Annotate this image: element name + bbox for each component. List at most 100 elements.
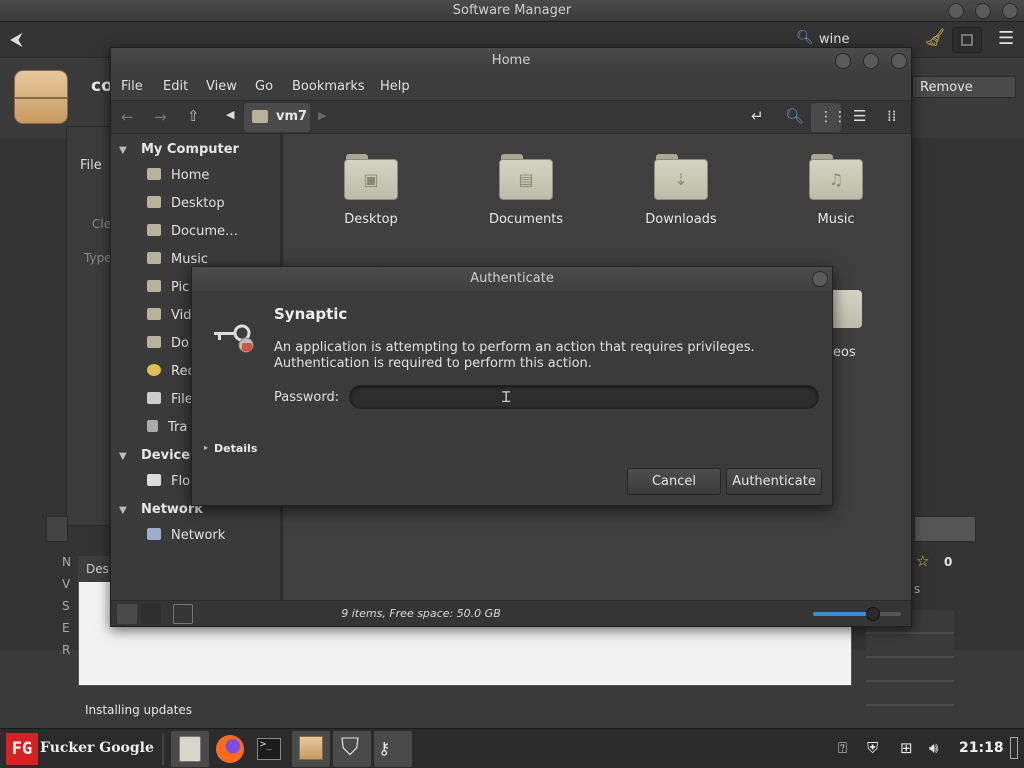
updates-tray-icon[interactable]: ⍰ [838, 739, 847, 757]
synaptic-tab [46, 516, 68, 542]
list-view-icon[interactable]: ☰ [853, 107, 866, 125]
sidebar-item-desktop[interactable]: Desktop [147, 196, 225, 211]
key-icon: ⚷ [378, 739, 391, 759]
install-status-text: Installing updates [85, 703, 193, 717]
password-field[interactable]: Ɪ [349, 385, 819, 409]
software-manager-titlebar: Software Manager [0, 0, 1024, 22]
start-menu-button[interactable]: FG Fucker Google [6, 733, 156, 765]
show-desktop-button[interactable] [1010, 737, 1018, 759]
sidebar-item-home[interactable]: Home [147, 168, 209, 183]
minimize-button[interactable] [948, 3, 964, 19]
auth-titlebar: Authenticate [192, 267, 832, 291]
menu-go[interactable]: Go [255, 79, 273, 94]
compact-view-icon[interactable]: ⁞⁞ [887, 107, 897, 125]
broom-icon[interactable]: 🧹︎ [924, 28, 946, 48]
network-tray-icon[interactable]: ⊞ [900, 739, 913, 757]
install-progress-button[interactable] [914, 516, 976, 542]
menu-help[interactable]: Help [380, 79, 410, 94]
minimize-button[interactable] [835, 53, 851, 69]
sidebar-item-network[interactable]: Network [147, 528, 225, 543]
folder-music[interactable]: ♫ Music [781, 154, 891, 227]
taskbar-auth-app[interactable]: ⚷ [374, 731, 412, 767]
taskbar-shield-app[interactable]: ⛉ [333, 731, 371, 767]
sidebar-item-recent[interactable]: Rec [147, 364, 195, 379]
clock[interactable]: 21:18 [959, 740, 1004, 756]
up-icon[interactable]: ⇧ [187, 107, 200, 125]
folder-documents[interactable]: ▤ Documents [471, 154, 581, 227]
sidebar-item-label: File [171, 392, 193, 407]
folder-name: Music [817, 212, 855, 227]
sidebar-item-label: Flo [171, 474, 191, 489]
sidebar-item-videos[interactable]: Vid [147, 308, 191, 323]
folder-icon [147, 308, 161, 320]
details-expander[interactable]: Details [214, 442, 257, 455]
remove-button[interactable]: Remove [912, 76, 1016, 98]
package-icon [299, 736, 323, 760]
synaptic-file-menu[interactable]: File [80, 158, 102, 173]
search-input[interactable]: wine [819, 32, 849, 47]
toggle-location-icon[interactable]: ↵ [751, 107, 764, 125]
sidebar-item-label: Pic [171, 280, 190, 295]
side-letter: N [62, 555, 71, 569]
folder-downloads[interactable]: ⇣ Downloads [626, 154, 736, 227]
back-icon[interactable]: ← [121, 108, 134, 126]
sidebar-item-label: Do [171, 336, 189, 351]
description-tab[interactable]: Des [78, 556, 110, 582]
path-segment: vm7 [276, 109, 308, 124]
folder-icon [147, 252, 161, 264]
sidebar-item-pictures[interactable]: Pic [147, 280, 189, 295]
sidebar-item-music[interactable]: Music [147, 252, 208, 267]
sidebar-item-downloads[interactable]: Do [147, 336, 189, 351]
maximize-button[interactable] [975, 3, 991, 19]
taskbar-firefox-app[interactable] [214, 733, 246, 765]
folder-icon: ♫ [809, 154, 863, 200]
menu-icon[interactable]: ☰ [998, 28, 1014, 49]
folder-icon: ▣ [344, 154, 398, 200]
start-logo: FG [6, 733, 38, 765]
start-label: Fucker Google [40, 740, 154, 756]
shield-tray-icon[interactable]: ⛨ [867, 739, 878, 757]
sidebar-item-file-system[interactable]: File [147, 392, 193, 407]
sidebar-item-documents[interactable]: Docume… [147, 224, 238, 239]
zoom-slider[interactable] [813, 607, 901, 621]
path-left-icon[interactable]: ◀ [226, 108, 234, 121]
close-button[interactable] [891, 53, 907, 69]
sidebar-item-trash[interactable]: Tra [147, 420, 187, 435]
icon-view-button[interactable]: ⋮⋮ [811, 103, 847, 132]
path-button[interactable]: vm7 [244, 103, 310, 132]
taskbar-files-app[interactable] [171, 731, 209, 767]
volume-icon[interactable]: 🔊︎ [929, 739, 938, 757]
updates-button[interactable] [952, 27, 982, 53]
authenticate-button[interactable]: Authenticate [726, 468, 822, 495]
close-button[interactable] [1002, 3, 1018, 19]
expander-arrow-icon[interactable]: ▸ [204, 443, 208, 452]
taskbar-terminal-app[interactable]: >_ [253, 733, 285, 765]
menu-edit[interactable]: Edit [163, 79, 188, 94]
sidebar-item-floppy[interactable]: Flo [147, 474, 190, 489]
sidebar-section-devices[interactable]: ▼ Devices [119, 448, 198, 463]
sidebar-item-label: Desktop [171, 196, 225, 211]
menu-view[interactable]: View [206, 79, 237, 94]
back-arrow-icon[interactable]: ⮜ [10, 29, 23, 50]
zoom-slider-handle[interactable] [865, 607, 880, 621]
taskbar: FG Fucker Google >_ ⛉ ⚷ ⍰ ⛨ ⊞ 🔊︎ 21:18 [0, 728, 1024, 768]
menu-file[interactable]: File [121, 79, 143, 94]
taskbar-software-manager-app[interactable] [292, 731, 330, 767]
folder-name: Desktop [344, 212, 398, 227]
authenticate-dialog: Authenticate Synaptic An application is … [191, 266, 833, 506]
menu-bookmarks[interactable]: Bookmarks [292, 79, 365, 94]
folder-icon [147, 336, 161, 348]
updates-icon [961, 34, 973, 46]
trash-icon [147, 420, 158, 432]
search-icon[interactable]: 🔍︎ [785, 107, 804, 125]
path-right-icon[interactable]: ▶ [318, 109, 326, 122]
folder-desktop[interactable]: ▣ Desktop [316, 154, 426, 227]
close-button[interactable] [812, 271, 828, 287]
cancel-button[interactable]: Cancel [627, 468, 721, 495]
details-side-letters: N V S E R [62, 551, 71, 661]
maximize-button[interactable] [863, 53, 879, 69]
side-letter: R [62, 643, 71, 657]
sidebar-item-label: Vid [171, 308, 192, 323]
sidebar-section-my-computer[interactable]: ▼ My Computer [119, 142, 239, 157]
forward-icon[interactable]: → [154, 108, 167, 126]
